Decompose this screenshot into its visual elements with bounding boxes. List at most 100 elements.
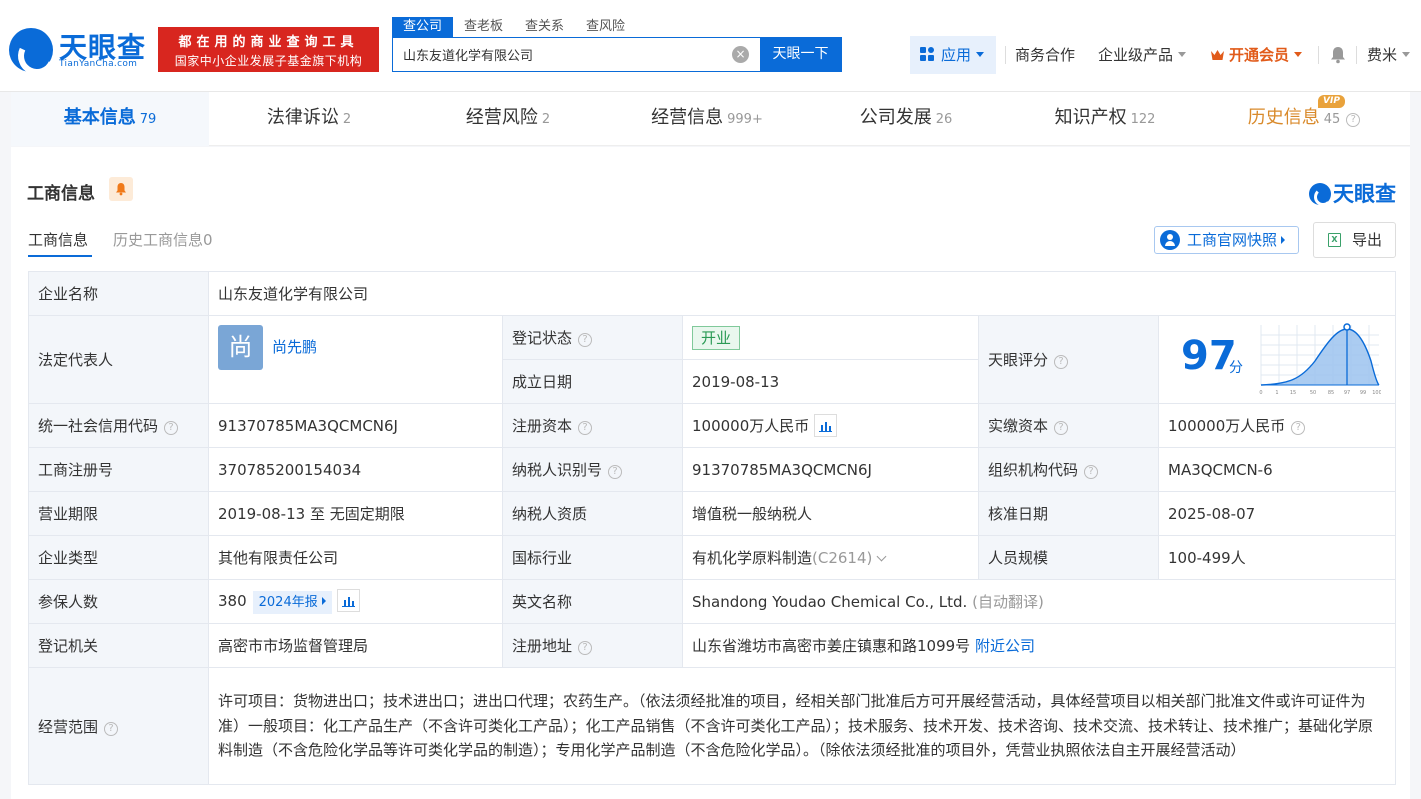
help-icon[interactable]: ?: [1054, 355, 1069, 369]
help-icon[interactable]: ?: [578, 333, 593, 347]
business-info-card: 工商信息 天眼查 工商信息 历史工商信息0 工商官网快照 X 导出 企业名称 山东…: [11, 147, 1410, 799]
chevron-down-icon[interactable]: [876, 551, 887, 562]
crown-icon: [1211, 50, 1224, 60]
chevron-down-icon: [1402, 52, 1411, 57]
subtab-active-indicator: [28, 255, 92, 257]
avatar[interactable]: 尚: [218, 325, 263, 370]
credit-code-value: 91370785MA3QCMCN6J: [208, 403, 503, 448]
score-cell[interactable]: 97 分 0 1 15 50 85 97 99 100: [1157, 315, 1397, 404]
search-button[interactable]: 天眼一下: [760, 37, 841, 72]
industry-cell[interactable]: 有机化学原料制造(C2614): [682, 535, 979, 580]
help-icon[interactable]: ?: [1084, 465, 1099, 479]
score-tick: 100: [1372, 390, 1381, 396]
authority-value: 高密市市场监督管理局: [208, 623, 503, 668]
subscribe-bell-button[interactable]: [109, 177, 133, 201]
approve-date-value: 2025-08-07: [1157, 491, 1397, 536]
term-label: 营业期限: [28, 491, 209, 536]
tab-operation-risk[interactable]: 经营风险 2: [409, 92, 607, 146]
logo-mark-icon: [1309, 183, 1332, 206]
paid-capital-cell: 100000万人民币?: [1157, 403, 1397, 448]
export-button[interactable]: X 导出: [1313, 222, 1396, 258]
capital-chart-icon[interactable]: [814, 414, 838, 437]
score-unit: 分: [1229, 360, 1243, 376]
help-icon[interactable]: ?: [578, 641, 593, 655]
help-icon[interactable]: ?: [1054, 421, 1069, 435]
taxpayer-id-value: 91370785MA3QCMCN6J: [682, 447, 979, 492]
taxpayer-id-label: 纳税人识别号?: [502, 447, 683, 492]
insured-cell: 380 2024年报: [208, 579, 503, 624]
score-tick: 50: [1310, 390, 1316, 396]
address-label: 注册地址?: [502, 623, 683, 668]
chevron-down-icon: [1178, 52, 1187, 57]
reg-number-label: 工商注册号: [28, 447, 209, 492]
tab-history[interactable]: 历史信息 45?: [1205, 92, 1403, 146]
table-row: 统一社会信用代码? 91370785MA3QCMCN6J 注册资本? 10000…: [28, 403, 1397, 448]
annual-report-tag[interactable]: 2024年报: [252, 591, 332, 614]
tab-operation-info[interactable]: 经营信息 999+: [608, 92, 806, 146]
clear-icon[interactable]: ×: [732, 46, 749, 63]
legal-rep-name-link[interactable]: 尚先鹏: [272, 336, 317, 357]
score-tick: 0: [1259, 390, 1262, 396]
score-label: 天眼评分?: [978, 315, 1159, 404]
org-code-label: 组织机构代码?: [978, 447, 1159, 492]
search-tab-risk[interactable]: 查风险: [575, 17, 636, 37]
nav-divider: [1356, 46, 1357, 64]
search-tab-relation[interactable]: 查关系: [514, 17, 575, 37]
tab-basic-info[interactable]: 基本信息 79: [11, 92, 209, 146]
auto-translate-note: (自动翻译): [972, 593, 1044, 611]
search-tab-company[interactable]: 查公司: [392, 17, 454, 37]
search-box: × 天眼一下: [392, 37, 842, 72]
promo-banner[interactable]: 都在用的商业查询工具 国家中小企业发展子基金旗下机构: [158, 27, 379, 72]
business-info-table: 企业名称 山东友道化学有限公司 法定代表人 尚 尚先鹏 登记状态? 开业 天眼评…: [28, 271, 1397, 785]
tab-development[interactable]: 公司发展 26: [807, 92, 1005, 146]
score-distribution-chart: 0 1 15 50 85 97 99 100: [1259, 323, 1381, 396]
tab-ip[interactable]: 知识产权 122: [1006, 92, 1204, 146]
nav-business[interactable]: 商务合作: [1015, 36, 1075, 74]
term-value: 2019-08-13 至 无固定期限: [208, 491, 503, 536]
nav-open-vip[interactable]: 开通会员: [1210, 36, 1303, 74]
help-icon[interactable]: ?: [578, 421, 593, 435]
insured-chart-icon[interactable]: [336, 589, 360, 612]
help-icon[interactable]: ?: [164, 421, 179, 435]
bell-icon: [116, 183, 126, 196]
company-type-value: 其他有限责任公司: [208, 535, 503, 580]
table-row: 经营范围? 许可项目：货物进出口；技术进出口；进出口代理；农药生产。（依法须经批…: [28, 667, 1397, 785]
nav-user-menu[interactable]: 费米: [1367, 36, 1411, 74]
found-date-value: 2019-08-13: [682, 359, 979, 404]
bell-icon[interactable]: [1330, 46, 1346, 64]
help-icon[interactable]: ?: [1346, 113, 1361, 127]
industry-label: 国标行业: [502, 535, 683, 580]
nav-vip-label: 开通会员: [1229, 46, 1290, 64]
table-row: 参保人数 380 2024年报 英文名称 Shandong Youdao Chem…: [28, 579, 1397, 624]
english-name-cell: Shandong Youdao Chemical Co., Ltd. (自动翻译…: [681, 579, 1397, 624]
org-code-value: MA3QCMCN-6: [1157, 447, 1397, 492]
approve-date-label: 核准日期: [978, 491, 1159, 536]
help-icon[interactable]: ?: [104, 721, 119, 736]
tab-legal[interactable]: 法律诉讼 2: [210, 92, 408, 146]
search-type-tabs: 查公司 查老板 查关系 查风险: [392, 17, 636, 37]
top-header: 天眼查 TianYanCha.com 都在用的商业查询工具 国家中小企业发展子基…: [0, 0, 1421, 92]
subtab-business-info[interactable]: 工商信息: [28, 229, 88, 250]
company-type-label: 企业类型: [28, 535, 209, 580]
subtab-history-business-info[interactable]: 历史工商信息0: [113, 229, 213, 250]
insured-label: 参保人数: [28, 579, 209, 624]
reg-number-value: 370785200154034: [208, 447, 503, 492]
english-name-value: Shandong Youdao Chemical Co., Ltd.: [692, 593, 968, 611]
nav-apps-menu[interactable]: 应用: [910, 36, 996, 74]
legal-rep-cell: 尚 尚先鹏: [208, 315, 503, 404]
help-icon[interactable]: ?: [1291, 421, 1306, 435]
company-name-value: 山东友道化学有限公司: [207, 271, 1397, 316]
address-cell: 山东省潍坊市高密市姜庄镇惠和路1099号 附近公司: [681, 623, 1397, 668]
taxpayer-qual-label: 纳税人资质: [502, 491, 683, 536]
industry-value: 有机化学原料制造: [692, 549, 813, 567]
help-icon[interactable]: ?: [608, 465, 623, 479]
nav-user-name: 费米: [1367, 46, 1398, 64]
score-marker: [1343, 323, 1351, 331]
nav-enterprise-products[interactable]: 企业级产品: [1098, 36, 1187, 74]
search-input[interactable]: [393, 38, 733, 71]
search-tab-boss[interactable]: 查老板: [453, 17, 514, 37]
logo-domain: TianYanCha.com: [59, 59, 138, 69]
nearby-companies-link[interactable]: 附近公司: [975, 637, 1035, 655]
site-logo[interactable]: 天眼查 TianYanCha.com: [9, 26, 151, 74]
official-snapshot-button[interactable]: 工商官网快照: [1154, 226, 1299, 254]
